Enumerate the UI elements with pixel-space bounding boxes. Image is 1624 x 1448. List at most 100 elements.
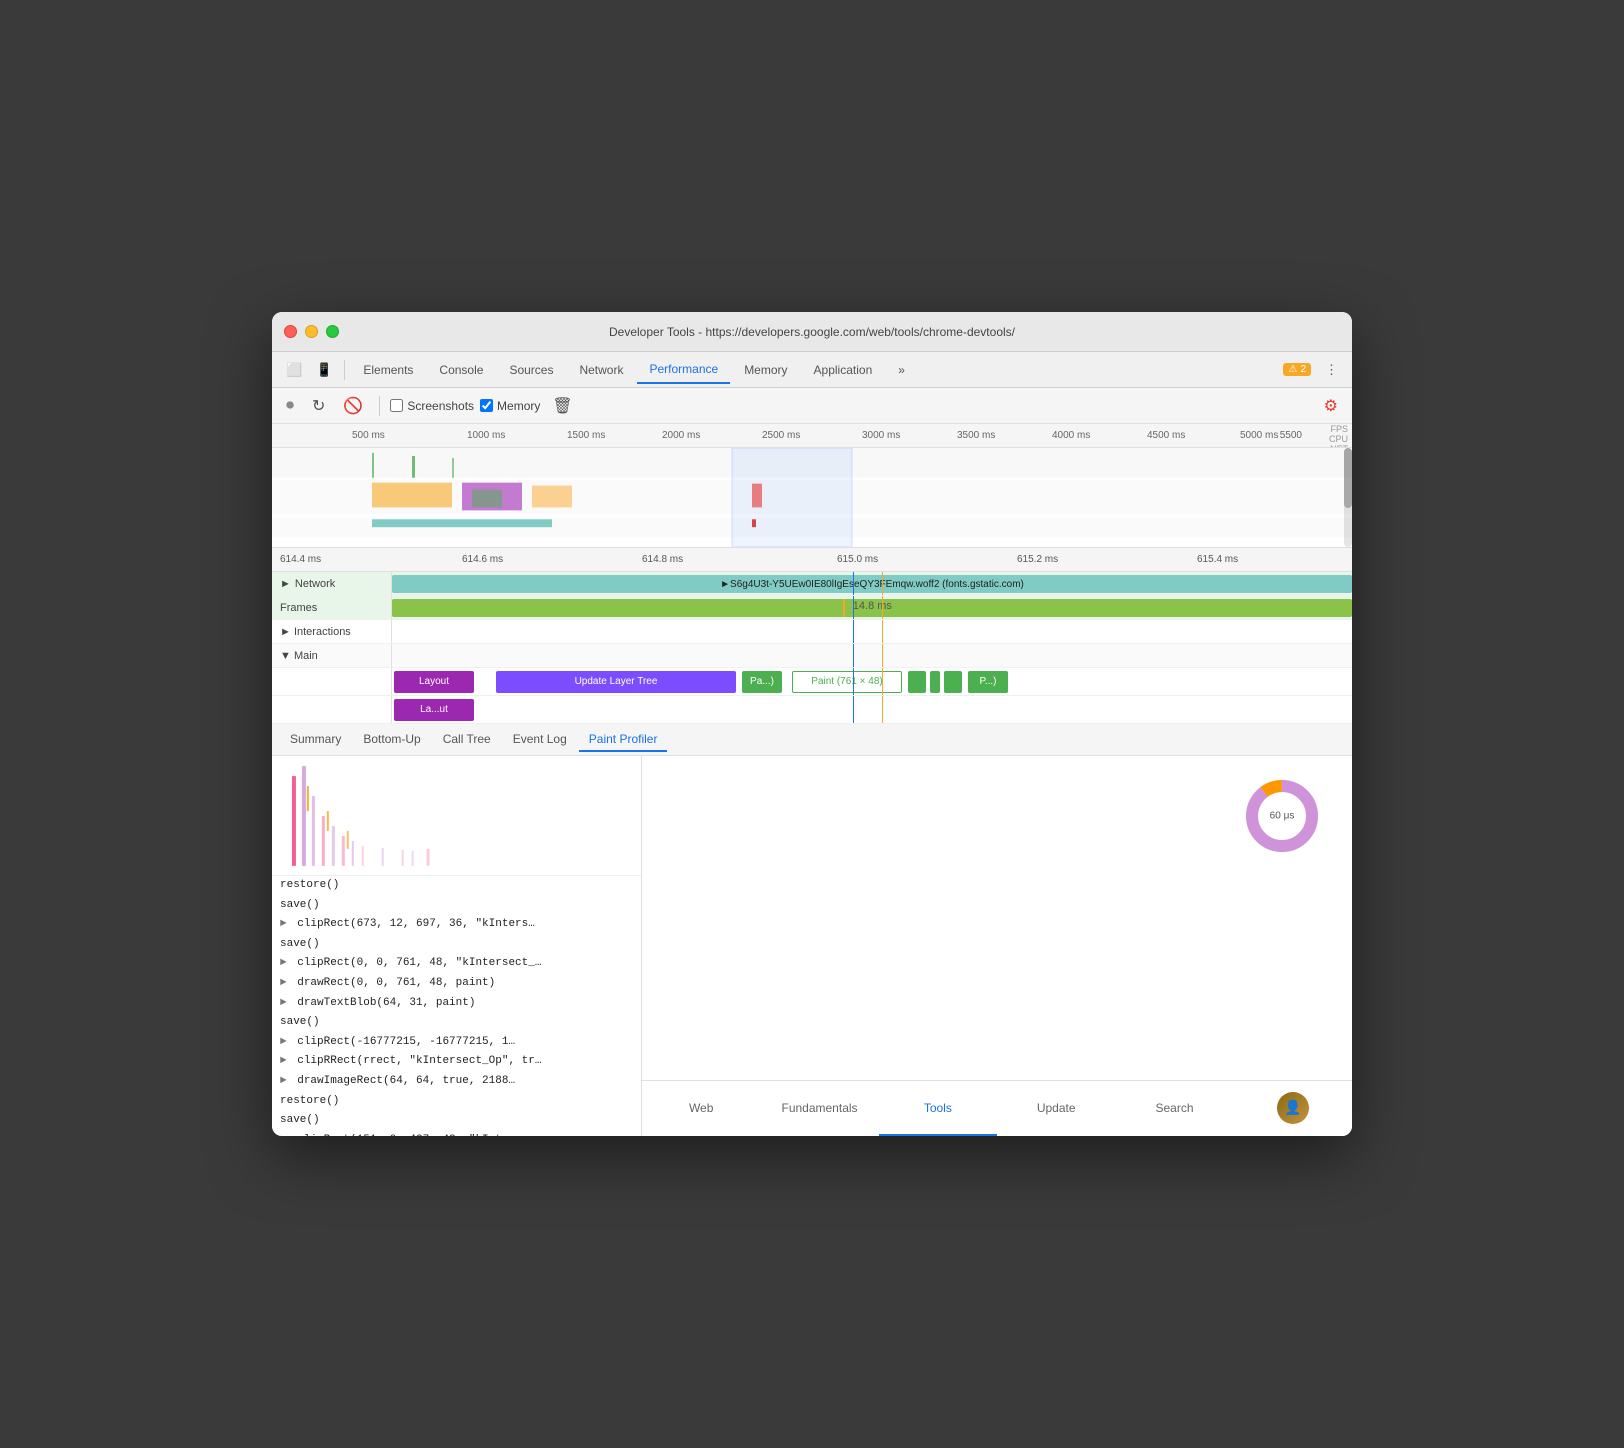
interactions-cursor-orange bbox=[882, 620, 884, 643]
paint-chart bbox=[272, 756, 641, 876]
code-line-cliprect1[interactable]: ► clipRect(673, 12, 697, 36, "kInters… bbox=[272, 915, 641, 935]
main-content[interactable] bbox=[392, 644, 1352, 667]
flame-row-1: Layout Update Layer Tree Pa...) Paint (7… bbox=[272, 668, 1352, 696]
code-line-save1[interactable]: save() bbox=[272, 896, 641, 916]
network-content[interactable]: ►S6g4U3t-Y5UEw0IE80lIgEseQY3FEmqw.woff2 … bbox=[392, 572, 1352, 595]
frames-content[interactable]: 14.8 ms bbox=[392, 596, 1352, 619]
tab-more[interactable]: » bbox=[886, 357, 917, 383]
nav-tools[interactable]: Tools bbox=[879, 1081, 997, 1136]
code-line-restore1[interactable]: restore() bbox=[272, 876, 641, 896]
timeline-scrollbar[interactable] bbox=[1344, 448, 1352, 547]
expand-arrow-6: ► bbox=[280, 1055, 287, 1067]
expand-arrow-1: ► bbox=[280, 918, 287, 930]
update-layer-tree-bar[interactable]: Update Layer Tree bbox=[496, 671, 736, 693]
clear-button[interactable]: 🚫 bbox=[337, 392, 369, 420]
device-toggle[interactable]: 📱 bbox=[310, 358, 338, 382]
fullscreen-button[interactable] bbox=[326, 325, 339, 338]
inspect-button[interactable]: ⬜ bbox=[280, 358, 308, 382]
expand-arrow-7: ► bbox=[280, 1075, 287, 1087]
main-track-header: ▼ Main bbox=[272, 644, 1352, 668]
code-line-save3[interactable]: save() bbox=[272, 1013, 641, 1033]
record-button[interactable]: ⏺ bbox=[280, 393, 300, 419]
code-line-drawtextblob1[interactable]: ► drawTextBlob(64, 31, paint) bbox=[272, 994, 641, 1014]
bottom-nav-bar: Web Fundamentals Tools Update Search bbox=[642, 1080, 1352, 1136]
frames-track: Frames 14.8 ms bbox=[272, 596, 1352, 620]
tick-2500: 2500 ms bbox=[762, 430, 800, 441]
small-green-3[interactable] bbox=[944, 671, 962, 693]
nav-search[interactable]: Search bbox=[1115, 1081, 1233, 1136]
tab-console[interactable]: Console bbox=[427, 357, 495, 383]
memory-checkbox[interactable] bbox=[480, 399, 493, 412]
layout-bar[interactable]: Layout bbox=[394, 671, 474, 693]
timeline-cursor bbox=[853, 572, 855, 595]
small-green-2[interactable] bbox=[930, 671, 940, 693]
tab-event-log[interactable]: Event Log bbox=[503, 728, 577, 752]
expand-arrow-2: ► bbox=[280, 957, 287, 969]
screenshots-label: Screenshots bbox=[407, 399, 474, 413]
tab-network[interactable]: Network bbox=[567, 357, 635, 383]
frames-text: Frames bbox=[280, 602, 317, 614]
code-line-cliprect2[interactable]: ► clipRect(0, 0, 761, 48, "kIntersect_… bbox=[272, 954, 641, 974]
nav-update[interactable]: Update bbox=[997, 1081, 1115, 1136]
code-line-cliprect3[interactable]: ► clipRect(-16777215, -16777215, 1… bbox=[272, 1033, 641, 1053]
paint-commands-pane: restore() save() ► clipRect(673, 12, 697… bbox=[272, 756, 642, 1136]
code-line-cliprrect[interactable]: ► clipRRect(rrect, "kIntersect_Op", tr… bbox=[272, 1052, 641, 1072]
flame2-cursor bbox=[853, 696, 855, 723]
settings-button[interactable]: ⚙ bbox=[1318, 392, 1344, 420]
tick-500: 500 ms bbox=[352, 430, 385, 441]
screenshots-checkbox-label: Screenshots bbox=[390, 399, 474, 413]
code-line-restore2[interactable]: restore() bbox=[272, 1092, 641, 1112]
tab-call-tree[interactable]: Call Tree bbox=[433, 728, 501, 752]
more-options-button[interactable]: ⋮ bbox=[1319, 358, 1344, 382]
trash-button[interactable]: 🗑 bbox=[546, 392, 578, 420]
tab-performance[interactable]: Performance bbox=[637, 356, 730, 384]
cpu-label: CPU bbox=[1329, 434, 1348, 444]
donut-label: 60 μs bbox=[1270, 811, 1295, 822]
dtick-4: 615.0 ms bbox=[837, 554, 878, 565]
close-button[interactable] bbox=[284, 325, 297, 338]
small-green-1[interactable] bbox=[908, 671, 926, 693]
flame-label-1 bbox=[272, 668, 392, 695]
tab-memory[interactable]: Memory bbox=[732, 357, 799, 383]
paint-bar[interactable]: Paint (761 × 48) bbox=[792, 671, 902, 693]
nav-fundamentals[interactable]: Fundamentals bbox=[760, 1081, 878, 1136]
code-line-save2[interactable]: save() bbox=[272, 935, 641, 955]
dtick-3: 614.8 ms bbox=[642, 554, 683, 565]
detail-ruler: 614.4 ms 614.6 ms 614.8 ms 615.0 ms 615.… bbox=[272, 548, 1352, 572]
tick-1000: 1000 ms bbox=[467, 430, 505, 441]
flame-content-2[interactable]: La...ut bbox=[392, 696, 1352, 723]
update-layer-tree-label: Update Layer Tree bbox=[575, 676, 658, 687]
main-cursor bbox=[853, 644, 855, 667]
tab-summary[interactable]: Summary bbox=[280, 728, 351, 752]
tab-sources[interactable]: Sources bbox=[497, 357, 565, 383]
timeline-cursor-orange bbox=[882, 572, 884, 595]
interactions-content[interactable] bbox=[392, 620, 1352, 643]
flame-content-1[interactable]: Layout Update Layer Tree Pa...) Paint (7… bbox=[392, 668, 1352, 695]
code-line-cliprect4[interactable]: ► clipRect(151, 0, 437, 48, "kIntersec… bbox=[272, 1131, 641, 1136]
tab-bottom-up[interactable]: Bottom-Up bbox=[353, 728, 430, 752]
warning-count: 2 bbox=[1300, 364, 1306, 375]
code-line-drawrect[interactable]: ► drawRect(0, 0, 761, 48, paint) bbox=[272, 974, 641, 994]
code-text-2: clipRect(673, 12, 697, 36, "kInters… bbox=[297, 918, 535, 930]
warning-badge[interactable]: ⚠ 2 bbox=[1283, 363, 1311, 376]
scrollbar-thumb[interactable] bbox=[1344, 448, 1352, 508]
layout-sub-bar[interactable]: La...ut bbox=[394, 699, 474, 721]
p-bar[interactable]: P...) bbox=[968, 671, 1008, 693]
tab-paint-profiler[interactable]: Paint Profiler bbox=[579, 728, 668, 752]
pa-bar[interactable]: Pa...) bbox=[742, 671, 782, 693]
nav-avatar[interactable]: 👤 bbox=[1234, 1081, 1352, 1136]
minimize-button[interactable] bbox=[305, 325, 318, 338]
screenshots-checkbox[interactable] bbox=[390, 399, 403, 412]
code-text-7: save() bbox=[280, 1016, 320, 1028]
tick-3000: 3000 ms bbox=[862, 430, 900, 441]
tab-application[interactable]: Application bbox=[802, 357, 885, 383]
code-line-drawimagerect[interactable]: ► drawImageRect(64, 64, true, 2188… bbox=[272, 1072, 641, 1092]
network-bar: ►S6g4U3t-Y5UEw0IE80lIgEseQY3FEmqw.woff2 … bbox=[392, 575, 1352, 593]
code-line-save4[interactable]: save() bbox=[272, 1111, 641, 1131]
reload-button[interactable]: ↻ bbox=[306, 392, 331, 420]
traffic-lights bbox=[284, 325, 339, 338]
nav-web[interactable]: Web bbox=[642, 1081, 760, 1136]
nav-fundamentals-label: Fundamentals bbox=[781, 1101, 857, 1115]
tab-elements[interactable]: Elements bbox=[351, 357, 425, 383]
timeline-chart-area[interactable] bbox=[272, 448, 1352, 548]
